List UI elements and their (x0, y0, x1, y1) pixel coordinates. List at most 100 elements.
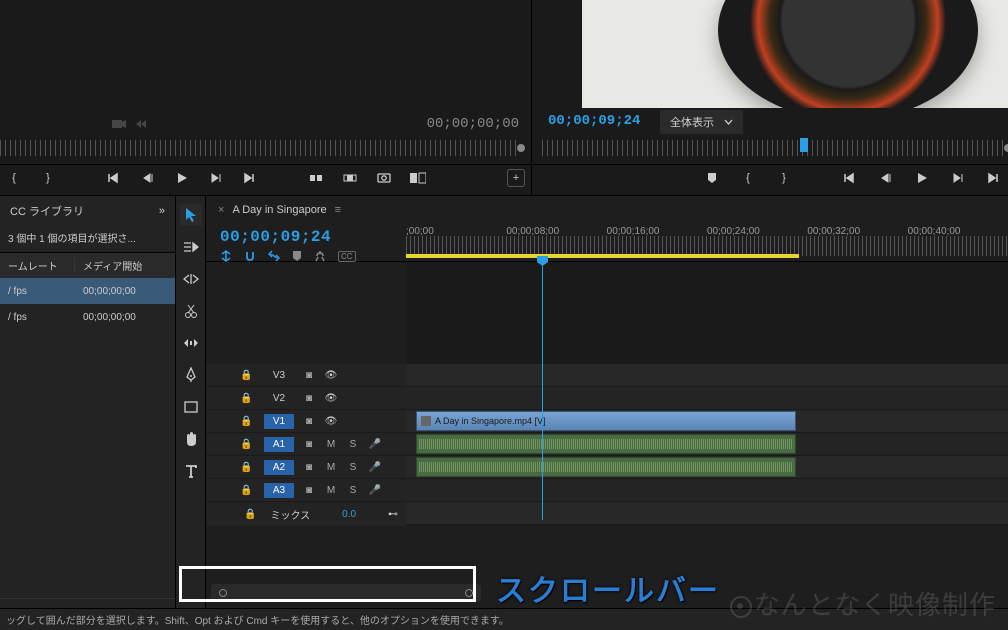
mix-track-header[interactable]: 🔒 ミックス 0.0 ⊷ (206, 502, 406, 526)
expand-icon[interactable]: ⊷ (388, 509, 398, 520)
audio-clip[interactable] (416, 434, 796, 454)
toggle-output-icon[interactable]: ◙ (298, 462, 320, 473)
timeline-zoom-scrollbar[interactable] (211, 584, 481, 602)
voice-over-icon[interactable]: 🎤 (364, 439, 386, 450)
audio-clip[interactable] (416, 457, 796, 477)
snap-icon[interactable] (244, 250, 256, 262)
project-list-row[interactable]: / fps 00;00;00;00 (0, 304, 175, 330)
mute-icon[interactable]: M (320, 485, 342, 496)
timeline-playhead[interactable] (542, 261, 543, 520)
go-to-in-icon[interactable] (842, 170, 858, 186)
comparison-view-icon[interactable] (410, 170, 426, 186)
go-to-out-icon[interactable] (242, 170, 258, 186)
overflow-icon[interactable]: » (159, 205, 165, 217)
zoom-select[interactable]: 全体表示 (660, 110, 743, 134)
track-header-v3[interactable]: 🔒 V3 ◙ 👁 (206, 364, 406, 387)
voice-over-icon[interactable]: 🎤 (364, 485, 386, 496)
toggle-output-icon[interactable]: ◙ (298, 439, 320, 450)
solo-icon[interactable]: S (342, 485, 364, 496)
mark-in-icon[interactable]: { (6, 170, 22, 186)
work-area-bar[interactable] (406, 254, 799, 258)
lock-icon[interactable]: 🔒 (240, 439, 260, 450)
add-marker-icon[interactable] (292, 250, 302, 262)
slip-tool-icon[interactable] (180, 332, 202, 354)
step-forward-icon[interactable] (950, 170, 966, 186)
program-preview[interactable] (582, 0, 1008, 108)
voice-over-icon[interactable]: 🎤 (364, 462, 386, 473)
mark-out-icon[interactable]: } (40, 170, 56, 186)
captions-icon[interactable]: CC (338, 251, 356, 262)
zoom-handle-right[interactable] (465, 589, 473, 597)
track-lane-v2[interactable] (406, 387, 1008, 410)
track-header-v1[interactable]: 🔒 V1 ◙ 👁 (206, 410, 406, 433)
track-header-a3[interactable]: 🔒 A3 ◙ M S 🎤 (206, 479, 406, 502)
export-frame-icon[interactable] (376, 170, 392, 186)
cc-libraries-tab[interactable]: CC ライブラリ (10, 203, 84, 219)
ripple-edit-tool-icon[interactable] (180, 268, 202, 290)
lock-icon[interactable]: 🔒 (240, 393, 260, 404)
button-editor-icon[interactable]: + (507, 169, 525, 187)
razor-tool-icon[interactable] (180, 300, 202, 322)
close-sequence-icon[interactable]: × (218, 204, 224, 216)
video-only-icon[interactable] (112, 118, 126, 130)
col-media-start[interactable]: メディア開始 (75, 258, 175, 273)
sequence-tab-label[interactable]: A Day in Singapore (232, 204, 326, 216)
visibility-icon[interactable]: 👁 (320, 393, 342, 404)
video-clip[interactable]: A Day in Singapore.mp4 [V] (416, 411, 796, 431)
visibility-icon[interactable]: 👁 (320, 370, 342, 381)
lock-icon[interactable]: 🔒 (240, 370, 260, 381)
lock-icon[interactable]: 🔒 (240, 416, 260, 427)
track-lane-a2[interactable] (406, 456, 1008, 479)
rectangle-tool-icon[interactable] (180, 396, 202, 418)
mix-lane[interactable] (406, 502, 1008, 525)
step-back-icon[interactable] (140, 170, 156, 186)
project-list-row[interactable]: / fps 00;00;00;00 (0, 278, 175, 304)
project-list-header[interactable]: ームレート メディア開始 (0, 252, 175, 278)
insert-icon[interactable] (134, 118, 148, 130)
track-header-v2[interactable]: 🔒 V2 ◙ 👁 (206, 387, 406, 410)
program-playhead-icon[interactable] (800, 138, 808, 152)
go-to-in-icon[interactable] (106, 170, 122, 186)
hand-tool-icon[interactable] (180, 428, 202, 450)
solo-icon[interactable]: S (342, 462, 364, 473)
toggle-output-icon[interactable]: ◙ (298, 485, 320, 496)
mute-icon[interactable]: M (320, 439, 342, 450)
settings-icon[interactable] (314, 250, 326, 262)
toggle-output-icon[interactable]: ◙ (298, 416, 320, 427)
selection-tool-icon[interactable] (180, 204, 202, 226)
play-icon[interactable] (914, 170, 930, 186)
go-to-out-icon[interactable] (986, 170, 1002, 186)
insert-clip-icon[interactable] (308, 170, 324, 186)
visibility-icon[interactable]: 👁 (320, 416, 342, 427)
mark-out-icon[interactable]: } (776, 170, 792, 186)
track-lane-a3[interactable] (406, 479, 1008, 502)
lock-icon[interactable]: 🔒 (240, 462, 260, 473)
play-icon[interactable] (174, 170, 190, 186)
linked-selection-icon[interactable] (268, 250, 280, 262)
type-tool-icon[interactable] (180, 460, 202, 482)
track-header-a2[interactable]: 🔒 A2 ◙ M S 🎤 (206, 456, 406, 479)
track-header-a1[interactable]: 🔒 A1 ◙ M S 🎤 (206, 433, 406, 456)
solo-icon[interactable]: S (342, 439, 364, 450)
step-back-icon[interactable] (878, 170, 894, 186)
track-lane-v3[interactable] (406, 364, 1008, 387)
mark-in-icon[interactable]: { (740, 170, 756, 186)
add-marker-icon[interactable] (704, 170, 720, 186)
toggle-output-icon[interactable]: ◙ (298, 370, 320, 381)
zoom-handle-left[interactable] (219, 589, 227, 597)
step-forward-icon[interactable] (208, 170, 224, 186)
mute-icon[interactable]: M (320, 462, 342, 473)
toggle-output-icon[interactable]: ◙ (298, 393, 320, 404)
mix-value[interactable]: 0.0 (342, 509, 356, 520)
track-lane-v1[interactable]: A Day in Singapore.mp4 [V] (406, 410, 1008, 433)
col-framerate[interactable]: ームレート (0, 258, 75, 273)
pen-tool-icon[interactable] (180, 364, 202, 386)
panel-menu-icon[interactable]: ≡ (335, 204, 341, 216)
track-lane-a1[interactable] (406, 433, 1008, 456)
overwrite-clip-icon[interactable] (342, 170, 358, 186)
lock-icon[interactable]: 🔒 (244, 509, 256, 520)
source-timecode[interactable]: 00;00;00;00 (427, 116, 519, 132)
snap-insert-icon[interactable] (220, 250, 232, 262)
track-select-tool-icon[interactable] (180, 236, 202, 258)
timeline-timecode[interactable]: 00;00;09;24 (220, 228, 392, 246)
